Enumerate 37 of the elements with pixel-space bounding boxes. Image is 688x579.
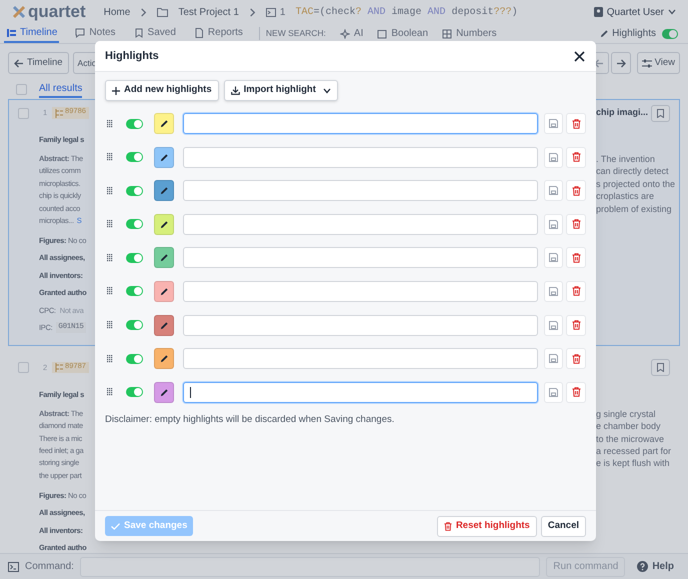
run-command-button[interactable]: Run command xyxy=(546,556,626,576)
search-type-tab[interactable]: AI xyxy=(340,24,364,43)
search-type-tab[interactable]: Boolean xyxy=(377,24,428,43)
abstract-text: can directly detect xyxy=(596,165,669,178)
breadcrumb-link[interactable]: Home xyxy=(104,4,130,20)
search-query: TAC=(check? AND image AND deposit???) xyxy=(295,6,518,20)
abstract-text: g single crystal xyxy=(596,408,656,420)
highlights-label: Highlights xyxy=(600,26,656,41)
add-highlight-button[interactable]: Add new highlights xyxy=(105,80,219,101)
back-button[interactable]: Timeline xyxy=(8,52,69,74)
view-button[interactable]: View xyxy=(636,52,680,74)
breadcrumb-link[interactable]: Test Project 1 xyxy=(178,4,239,20)
reset-highlights-button[interactable]: Reset highlights xyxy=(436,516,537,536)
abstract-text: a recessed part for xyxy=(596,445,672,458)
breadcrumb-link[interactable]: 1 xyxy=(280,4,286,20)
abstract-text: e chamber body xyxy=(596,420,661,433)
abstract-text: croplastics are xyxy=(596,190,654,203)
app-logo-text: quartet xyxy=(28,1,86,24)
abstract-text: e is kept flush with xyxy=(596,457,670,470)
dialog-title: Highlights xyxy=(105,48,159,64)
abstract-text: problem of existing xyxy=(596,202,672,215)
cancel-button[interactable]: Cancel xyxy=(540,516,586,536)
nav-tab[interactable]: Timeline xyxy=(4,24,60,43)
import-highlight-button[interactable]: Import highlight xyxy=(224,80,338,101)
search-type-tab[interactable]: Numbers xyxy=(442,24,497,43)
abstract-text: s projected onto the xyxy=(596,178,676,190)
nav-tab[interactable]: Saved xyxy=(132,24,178,43)
result-title: chip imagi... xyxy=(596,106,648,120)
abstract-text: . The invention xyxy=(596,153,655,166)
command-label: Command: xyxy=(25,560,74,574)
abstract-text: to the microwave xyxy=(596,432,664,446)
nav-tab[interactable]: Notes xyxy=(73,24,118,43)
user-menu[interactable]: Quartet User xyxy=(594,4,676,20)
nav-tab[interactable]: Reports xyxy=(192,24,245,43)
disclaimer-text: Disclaimer: empty highlights will be discarded when Saving changes. xyxy=(105,412,396,427)
new-search-label: NEW SEARCH: xyxy=(258,27,326,40)
help-button[interactable]: Help xyxy=(631,559,680,574)
